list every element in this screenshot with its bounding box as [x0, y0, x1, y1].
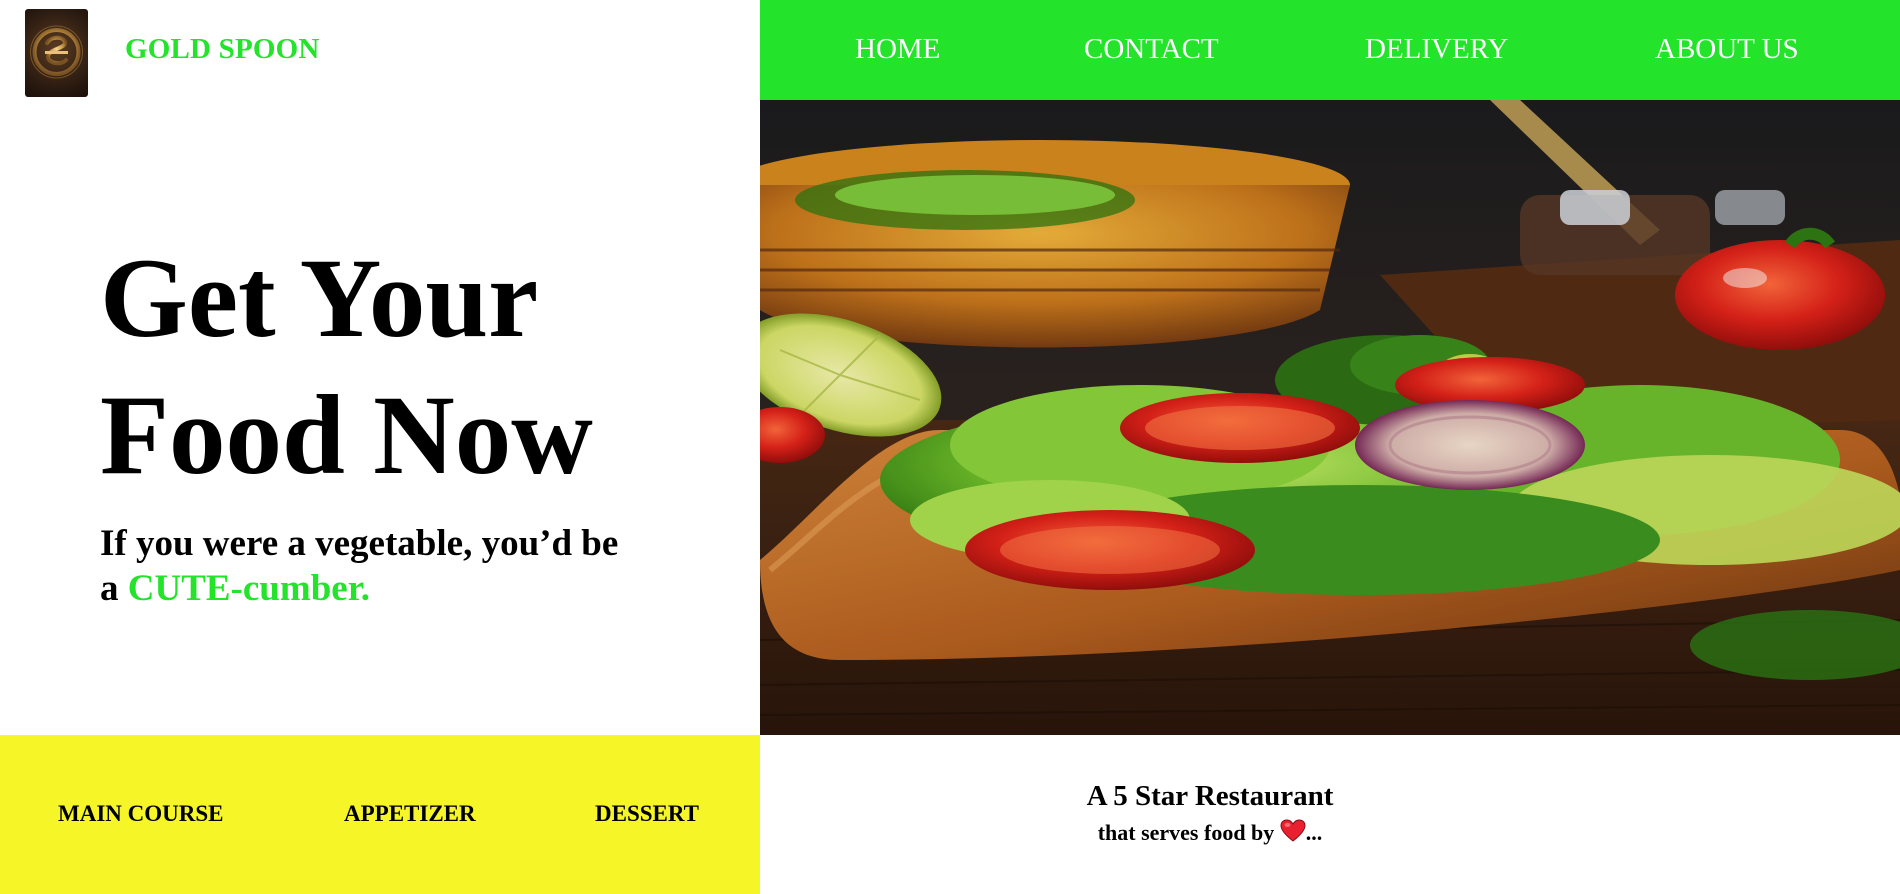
tagline-sub-suffix: ... — [1305, 820, 1323, 845]
hero-subtitle-line-1: If you were a vegetable, you’d be — [100, 523, 619, 564]
hero-subtitle: If you were a vegetable, you’d be a CUTE… — [100, 521, 660, 611]
hero-subtitle-prefix: a — [100, 568, 119, 609]
tagline-section: A 5 Star Restaurant that serves food by … — [760, 735, 1900, 894]
hero-left-panel: GOLD SPOON Get Your Food Now If you were… — [0, 0, 760, 735]
nav-about-us[interactable]: ABOUT US — [1655, 33, 1799, 66]
hero-title: Get Your Food Now — [100, 230, 720, 504]
tagline-subtitle: that serves food by ... — [760, 819, 1660, 849]
top-nav: HOME CONTACT DELIVERY ABOUT US — [760, 0, 1900, 100]
hero-title-line-1: Get Your — [100, 236, 539, 361]
hero-title-line-2: Food Now — [100, 373, 593, 498]
tagline-title: A 5 Star Restaurant — [1086, 780, 1334, 812]
nav-delivery[interactable]: DELIVERY — [1365, 33, 1508, 66]
tagline-sub-text: that serves food by — [1097, 820, 1275, 845]
category-main-course[interactable]: MAIN COURSE — [58, 801, 223, 827]
nav-home[interactable]: HOME — [855, 33, 940, 66]
logo-icon[interactable] — [25, 9, 88, 97]
hero-subtitle-accent: CUTE-cumber. — [127, 568, 370, 609]
brand-name[interactable]: GOLD SPOON — [125, 33, 320, 66]
category-bar: MAIN COURSE APPETIZER DESSERT — [0, 735, 760, 894]
salad-photo-icon — [760, 100, 1900, 735]
red-heart-icon — [1280, 819, 1306, 849]
nav-contact[interactable]: CONTACT — [1084, 33, 1219, 66]
category-appetizer[interactable]: APPETIZER — [344, 801, 476, 827]
category-dessert[interactable]: DESSERT — [595, 801, 699, 827]
